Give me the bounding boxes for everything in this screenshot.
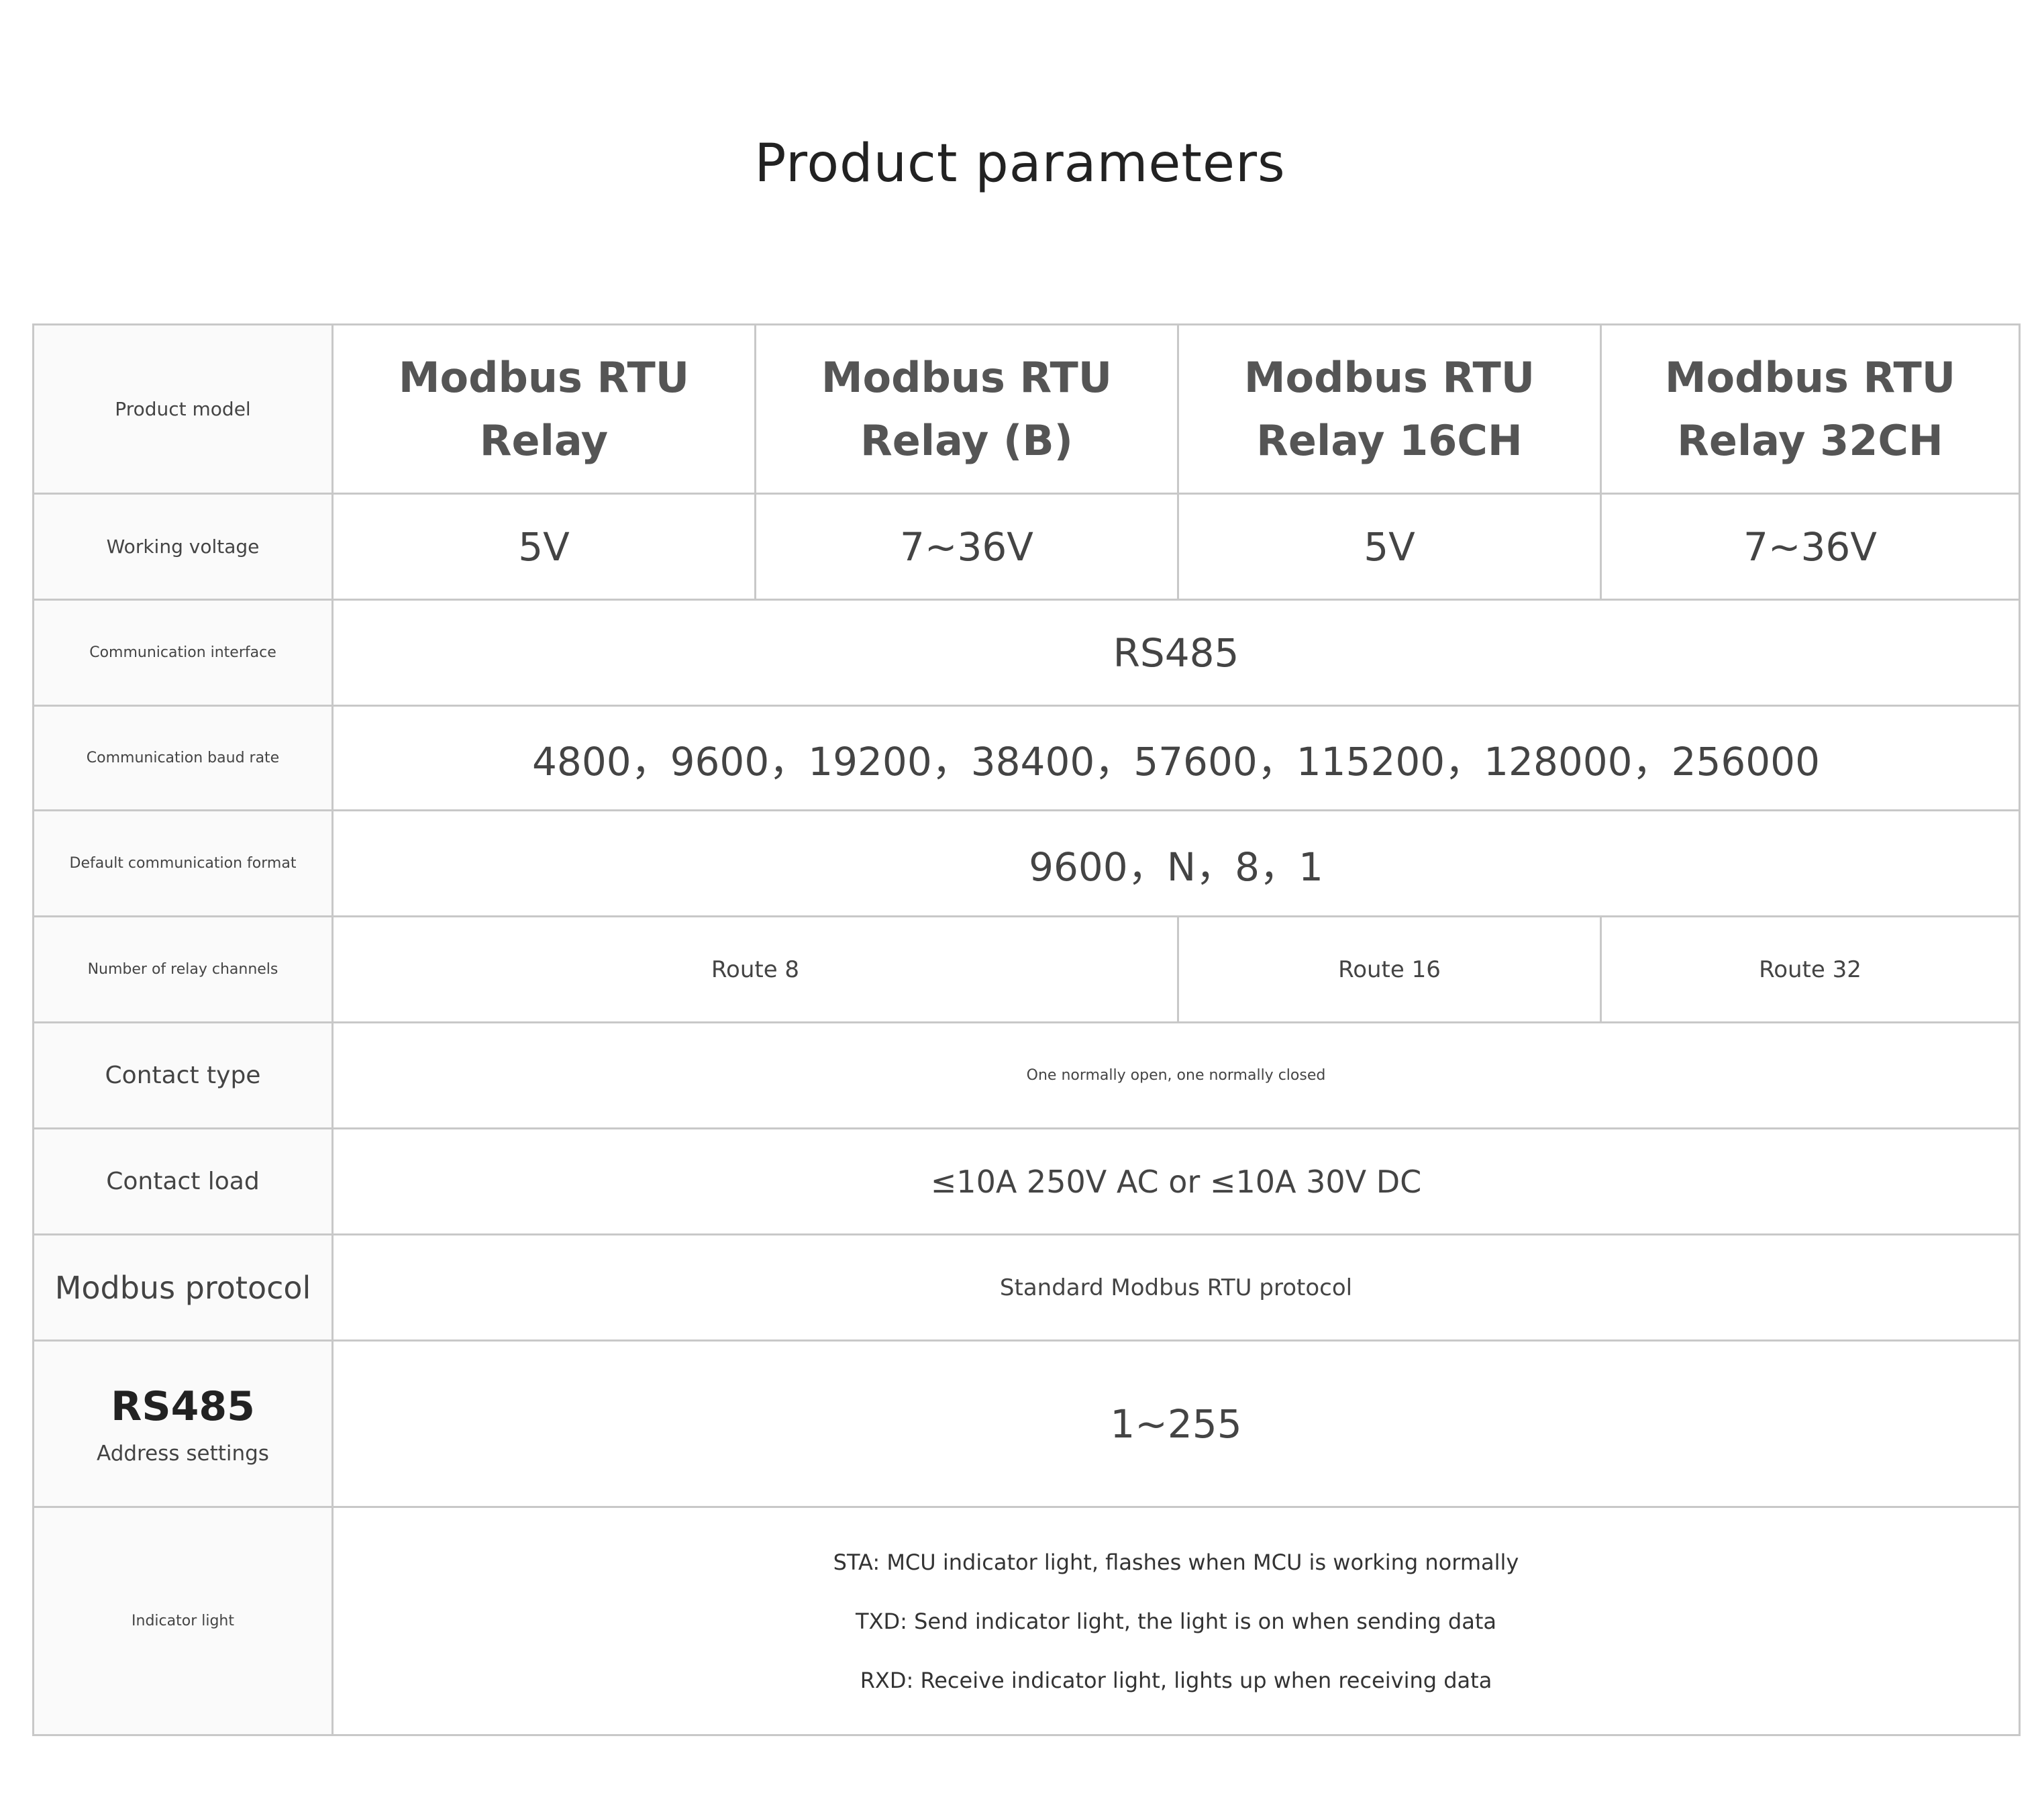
model-line-1: Modbus RTU (1664, 352, 1956, 402)
communication-interface-value: RS485 (332, 599, 2021, 707)
model-cell: Modbus RTU Relay (332, 323, 756, 495)
model-line-1: Modbus RTU (398, 352, 690, 402)
model-line-1: Modbus RTU (1243, 352, 1535, 402)
label-modbus-protocol: Modbus protocol (32, 1233, 334, 1342)
label-default-format: Default communication format (32, 809, 334, 917)
relay-channels-value: Route 32 (1600, 915, 2021, 1023)
row-communication-interface: Communication interface RS485 (32, 599, 2021, 707)
model-line-1: Modbus RTU (821, 352, 1113, 402)
page-title: Product parameters (754, 134, 1286, 194)
model-line-2: Relay 16CH (1256, 415, 1523, 465)
relay-channels-value: Route 8 (332, 915, 1179, 1023)
voltage-value: 5V (332, 493, 756, 601)
indicator-light-value: STA: MCU indicator light, flashes when M… (332, 1506, 2021, 1736)
voltage-value: 5V (1177, 493, 1602, 601)
label-contact-type: Contact type (32, 1021, 334, 1129)
model-line-2: Relay (479, 415, 609, 465)
contact-load-value: ≤10A 250V AC or ≤10A 30V DC (332, 1127, 2021, 1235)
voltage-value: 7~36V (1600, 493, 2021, 601)
modbus-protocol-value: Standard Modbus RTU protocol (332, 1233, 2021, 1342)
label-working-voltage: Working voltage (32, 493, 334, 601)
indicator-line-sta: STA: MCU indicator light, flashes when M… (833, 1549, 1519, 1575)
row-relay-channels: Number of relay channels Route 8 Route 1… (32, 915, 2021, 1023)
relay-channels-value: Route 16 (1177, 915, 1602, 1023)
voltage-value: 7~36V (754, 493, 1179, 601)
row-working-voltage: Working voltage 5V 7~36V 5V 7~36V (32, 493, 2021, 601)
label-product-model: Product model (32, 323, 334, 495)
model-cell: Modbus RTU Relay 32CH (1600, 323, 2021, 495)
model-line-2: Relay (B) (860, 415, 1073, 465)
label-baud-rate: Communication baud rate (32, 705, 334, 811)
label-contact-load: Contact load (32, 1127, 334, 1235)
default-format-value: 9600，N，8，1 (332, 809, 2021, 917)
label-communication-interface: Communication interface (32, 599, 334, 707)
model-line-2: Relay 32CH (1677, 415, 1943, 465)
row-baud-rate: Communication baud rate 4800，9600，19200，… (32, 705, 2021, 811)
label-indicator-light: Indicator light (32, 1506, 334, 1736)
row-address-settings: RS485 Address settings 1~255 (32, 1339, 2021, 1508)
label-relay-channels: Number of relay channels (32, 915, 334, 1023)
row-default-format: Default communication format 9600，N，8，1 (32, 809, 2021, 917)
row-modbus-protocol: Modbus protocol Standard Modbus RTU prot… (32, 1233, 2021, 1342)
model-cell: Modbus RTU Relay 16CH (1177, 323, 1602, 495)
row-contact-load: Contact load ≤10A 250V AC or ≤10A 30V DC (32, 1127, 2021, 1235)
model-cell: Modbus RTU Relay (B) (754, 323, 1179, 495)
address-settings-value: 1~255 (332, 1339, 2021, 1508)
product-parameters-table: Product model Modbus RTU Relay Modbus RT… (32, 323, 2021, 1736)
label-address-settings: RS485 Address settings (32, 1339, 334, 1508)
row-product-model: Product model Modbus RTU Relay Modbus RT… (32, 323, 2021, 495)
indicator-line-txd: TXD: Send indicator light, the light is … (856, 1608, 1496, 1634)
baud-rate-value: 4800，9600，19200，38400，57600，115200，12800… (332, 705, 2021, 811)
row-contact-type: Contact type One normally open, one norm… (32, 1021, 2021, 1129)
contact-type-value: One normally open, one normally closed (332, 1021, 2021, 1129)
indicator-line-rxd: RXD: Receive indicator light, lights up … (860, 1667, 1492, 1693)
label-address-settings-text: Address settings (97, 1441, 269, 1466)
row-indicator-light: Indicator light STA: MCU indicator light… (32, 1506, 2021, 1736)
label-rs485: RS485 (111, 1382, 255, 1430)
